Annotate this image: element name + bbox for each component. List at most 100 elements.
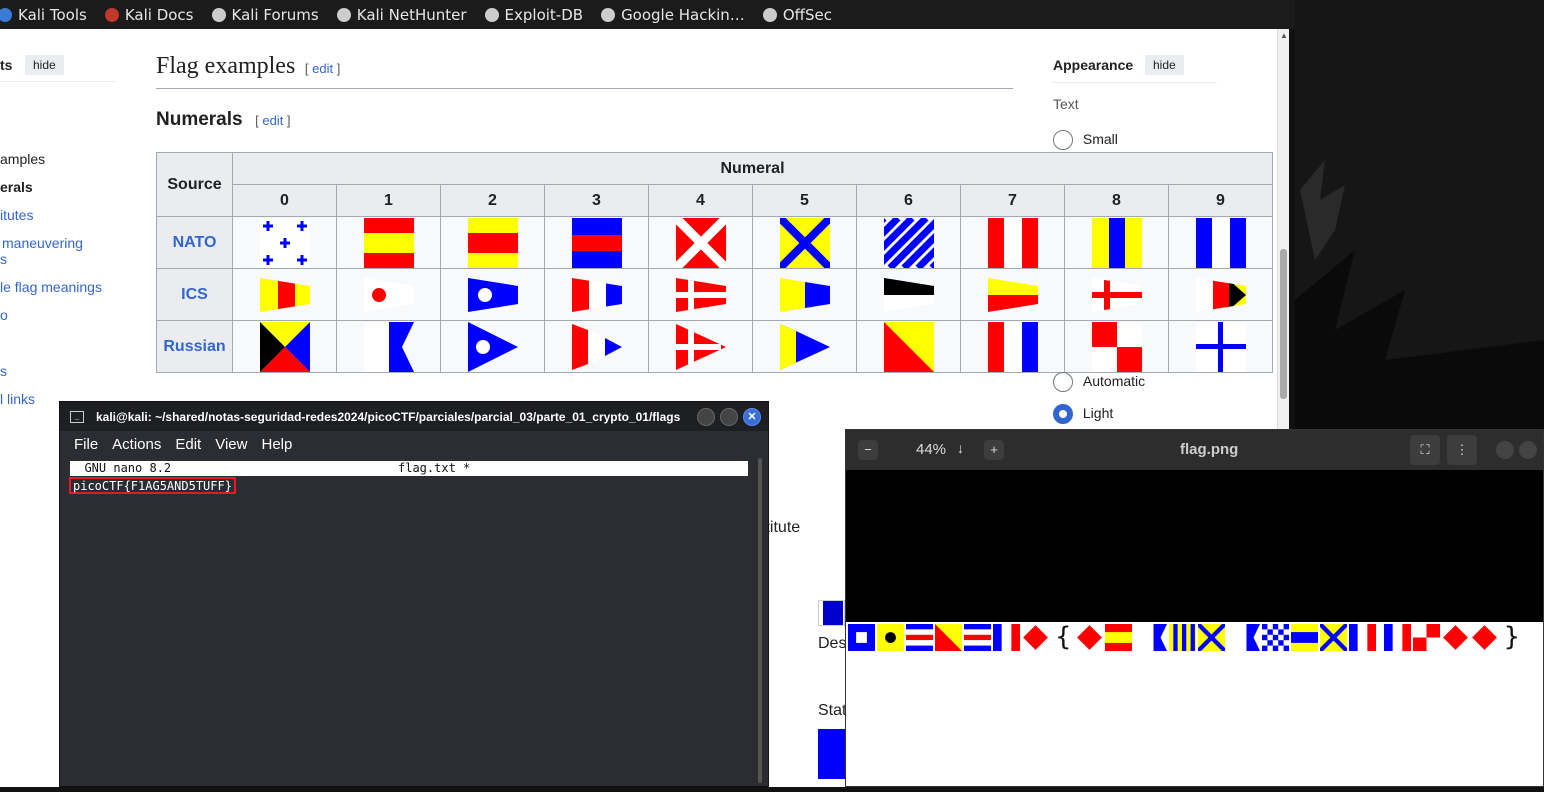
flag-cell[interactable]: [336, 320, 441, 373]
menu-file[interactable]: File: [74, 436, 98, 453]
scroll-thumb[interactable]: [1280, 249, 1287, 399]
menu-help[interactable]: Help: [261, 436, 292, 453]
minimize-button[interactable]: [1496, 441, 1514, 459]
flag-cell[interactable]: [440, 320, 545, 373]
signal-flag: [935, 623, 962, 651]
flag-cell[interactable]: [232, 268, 337, 321]
flag-cell[interactable]: [1168, 216, 1273, 269]
signal-flag: [1168, 623, 1196, 651]
toc-item[interactable]: o: [0, 307, 8, 323]
flag-cell[interactable]: [232, 216, 337, 269]
bookmark-kali-forums[interactable]: Kali Forums: [211, 6, 319, 24]
flag-cell[interactable]: [856, 216, 961, 269]
menu-view[interactable]: View: [215, 436, 247, 453]
zoom-in-button[interactable]: +: [984, 440, 1004, 460]
bookmark-offsec[interactable]: OffSec: [762, 6, 832, 24]
terminal-scrollbar[interactable]: [758, 458, 762, 783]
flag-cell[interactable]: [544, 320, 649, 373]
flag-cell[interactable]: [752, 320, 857, 373]
bookmark-kali-nethunter[interactable]: Kali NetHunter: [336, 6, 467, 24]
flag-cell[interactable]: [336, 268, 441, 321]
color-light-option[interactable]: Light: [1053, 404, 1113, 424]
source-header: Source: [156, 152, 233, 217]
menu-kebab-icon[interactable]: ⋮: [1447, 435, 1477, 465]
flag-cell[interactable]: [960, 268, 1065, 321]
flag-cell[interactable]: [1064, 320, 1169, 373]
flag-cell[interactable]: [752, 216, 857, 269]
toc-item[interactable]: amples: [0, 151, 45, 167]
row-header-nato[interactable]: NATO: [156, 216, 233, 269]
flag-cell[interactable]: [440, 268, 545, 321]
bookmark-google-hacking[interactable]: Google Hackin…: [601, 6, 745, 24]
viewer-headerbar[interactable]: − 44% ↓ + flag.png ⛶ ⋮: [846, 430, 1543, 470]
flag-cell[interactable]: [1064, 216, 1169, 269]
bookmark-kali-docs[interactable]: Kali Docs: [104, 6, 194, 24]
row-header-ics[interactable]: ICS: [156, 268, 233, 321]
zoom-out-button[interactable]: −: [858, 440, 878, 460]
menu-actions[interactable]: Actions: [112, 436, 161, 453]
close-icon[interactable]: ✕: [743, 408, 761, 426]
edit-section-link[interactable]: [ edit ]: [301, 61, 340, 76]
edit-subsection-link[interactable]: [ edit ]: [248, 113, 290, 128]
nano-filename: flag.txt *: [398, 461, 471, 475]
flag-cell[interactable]: [648, 268, 753, 321]
flag-cell[interactable]: [440, 216, 545, 269]
image-viewer-window[interactable]: − 44% ↓ + flag.png ⛶ ⋮ {}: [845, 429, 1544, 787]
scroll-up-icon[interactable]: ▲: [1280, 31, 1288, 40]
flag-cell[interactable]: [856, 268, 961, 321]
flag-cell[interactable]: [960, 320, 1065, 373]
flag-text[interactable]: picoCTF{F1AG5AND5TUFF}: [73, 479, 232, 493]
bookmark-label: Exploit-DB: [504, 5, 584, 24]
size-small-option[interactable]: Small: [1053, 130, 1118, 150]
bookmark-exploit-db[interactable]: Exploit-DB: [484, 5, 584, 24]
flag-cell[interactable]: [648, 216, 753, 269]
edit-link[interactable]: edit: [262, 113, 283, 128]
flag-cell[interactable]: [232, 320, 337, 373]
flag-nato-4: [675, 217, 726, 268]
flag-cell[interactable]: [544, 268, 649, 321]
radio-automatic[interactable]: [1053, 372, 1073, 392]
flag-cell[interactable]: [648, 320, 753, 373]
radio-light[interactable]: [1053, 404, 1073, 424]
minimize-button[interactable]: [697, 408, 715, 426]
color-automatic-option[interactable]: Automatic: [1053, 372, 1145, 392]
flag-cell[interactable]: [1168, 320, 1273, 373]
signal-flag: [848, 623, 875, 651]
flag-ics-9: [1195, 277, 1246, 312]
terminal-window[interactable]: _ kali@kali: ~/shared/notas-seguridad-re…: [59, 401, 769, 787]
edit-link[interactable]: edit: [312, 61, 333, 76]
flag-cell[interactable]: [1064, 268, 1169, 321]
flag-cell[interactable]: [856, 320, 961, 373]
toc-item[interactable]: erals: [0, 179, 33, 195]
toc-item[interactable]: itutes: [0, 207, 33, 223]
flag-cell[interactable]: [960, 216, 1065, 269]
toc-item[interactable]: s: [0, 251, 7, 267]
appearance-hide-button[interactable]: hide: [1145, 55, 1184, 75]
flag-text-highlight[interactable]: picoCTF{F1AG5AND5TUFF}: [69, 477, 236, 494]
flag-ics-8: [1091, 277, 1142, 312]
row-header-russian[interactable]: Russian: [156, 320, 233, 373]
flag-cell[interactable]: [544, 216, 649, 269]
zoom-dropdown-icon[interactable]: ↓: [957, 440, 964, 456]
zoom-level[interactable]: 44%: [916, 441, 946, 458]
terminal-icon: _: [70, 410, 84, 423]
color-light-label: Light: [1082, 404, 1114, 421]
toc-item[interactable]: maneuvering: [2, 235, 83, 251]
text-size-label: Text: [1053, 96, 1079, 112]
toc-item[interactable]: l links: [0, 391, 35, 407]
terminal-titlebar[interactable]: _ kali@kali: ~/shared/notas-seguridad-re…: [60, 402, 768, 431]
bookmark-kali-tools[interactable]: Kali Tools: [0, 6, 87, 24]
radio-small[interactable]: [1053, 130, 1073, 150]
toc-hide-button[interactable]: hide: [25, 55, 64, 75]
flag-cell[interactable]: [752, 268, 857, 321]
image-black-area: [846, 470, 1543, 622]
menu-edit[interactable]: Edit: [175, 436, 201, 453]
toc-item[interactable]: s: [0, 363, 7, 379]
maximize-button[interactable]: [1519, 441, 1537, 459]
numeral-8: 8: [1064, 184, 1169, 217]
maximize-button[interactable]: [720, 408, 738, 426]
fullscreen-icon[interactable]: ⛶: [1410, 435, 1440, 465]
flag-cell[interactable]: [1168, 268, 1273, 321]
toc-item[interactable]: le flag meanings: [0, 279, 102, 295]
flag-cell[interactable]: [336, 216, 441, 269]
